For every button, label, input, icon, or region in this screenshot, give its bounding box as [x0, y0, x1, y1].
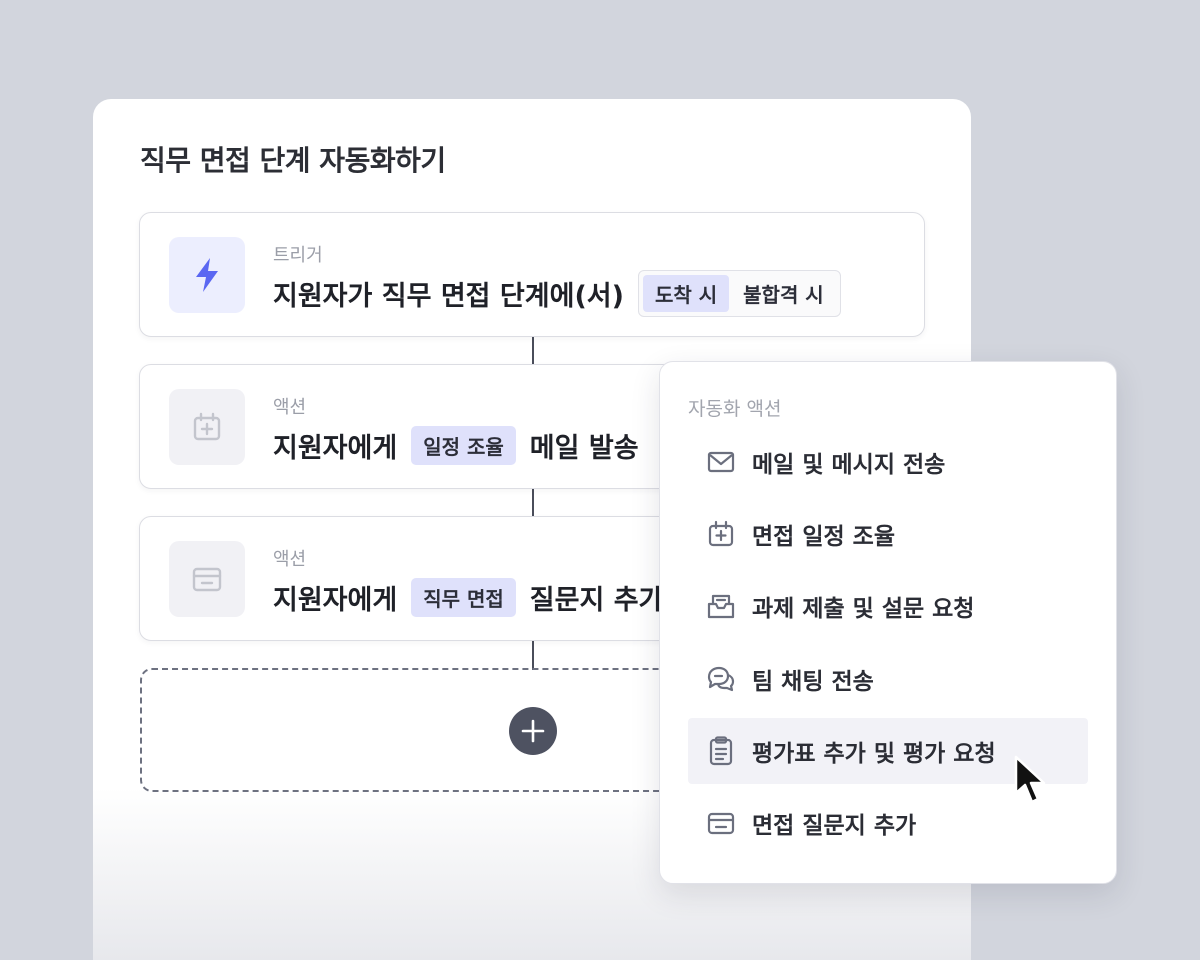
action-chip[interactable]: 일정 조율 [411, 425, 516, 465]
action-label: 액션 [273, 397, 307, 418]
menu-item-label: 평가표 추가 및 평가 요청 [752, 741, 996, 767]
action-chip[interactable]: 직무 면접 [411, 577, 516, 617]
action-prefix: 지원자에게 [273, 584, 398, 616]
plus-icon [521, 719, 545, 743]
menu-item-label: 메일 및 메시지 전송 [752, 452, 946, 478]
connector-line [532, 640, 534, 670]
menu-item-team-chat[interactable]: 팀 채팅 전송 [688, 646, 1088, 712]
menu-item-schedule[interactable]: 면접 일정 조율 [688, 501, 1088, 567]
trigger-card[interactable]: 트리거 지원자가 직무 면접 단계에(서) 도착 시 불합격 시 [139, 212, 925, 337]
action-sentence: 지원자에게 일정 조율 메일 발송 [273, 425, 639, 465]
clipboard-icon [706, 736, 736, 766]
calendar-plus-icon [169, 389, 245, 465]
mail-icon [706, 447, 736, 477]
inbox-icon [706, 591, 736, 621]
trigger-option-group: 도착 시 불합격 시 [637, 269, 841, 317]
connector-line [532, 488, 534, 518]
lightning-icon [169, 237, 245, 313]
action-label: 액션 [273, 549, 307, 570]
card-title: 직무 면접 단계 자동화하기 [140, 144, 446, 177]
menu-item-label: 면접 질문지 추가 [752, 813, 917, 839]
menu-item-label: 과제 제출 및 설문 요청 [752, 596, 975, 622]
automation-action-menu: 자동화 액션 메일 및 메시지 전송 면접 일정 조율 과제 제출 및 설문 요… [659, 361, 1117, 884]
menu-item-mail[interactable]: 메일 및 메시지 전송 [688, 429, 1088, 495]
action-suffix: 메일 발송 [529, 432, 639, 464]
trigger-text: 지원자가 직무 면접 단계에(서) [273, 280, 624, 312]
action-sentence: 지원자에게 직무 면접 질문지 추가 [273, 577, 663, 617]
trigger-option-arrive[interactable]: 도착 시 [642, 274, 730, 312]
menu-item-label: 팀 채팅 전송 [752, 669, 874, 695]
action-prefix: 지원자에게 [273, 432, 398, 464]
connector-line [532, 336, 534, 366]
menu-item-assignment[interactable]: 과제 제출 및 설문 요청 [688, 573, 1088, 639]
add-step-button[interactable] [509, 707, 557, 755]
menu-item-label: 면접 일정 조율 [752, 524, 895, 550]
card-icon [169, 541, 245, 617]
chat-bubbles-icon [706, 664, 736, 694]
trigger-option-reject[interactable]: 불합격 시 [731, 275, 836, 312]
mouse-cursor-icon [1014, 755, 1046, 804]
menu-title: 자동화 액션 [688, 398, 782, 420]
trigger-label: 트리거 [273, 245, 323, 266]
card-icon [706, 808, 736, 838]
action-suffix: 질문지 추가 [529, 584, 664, 616]
calendar-plus-icon [706, 519, 736, 549]
trigger-sentence: 지원자가 직무 면접 단계에(서) 도착 시 불합격 시 [273, 269, 841, 317]
